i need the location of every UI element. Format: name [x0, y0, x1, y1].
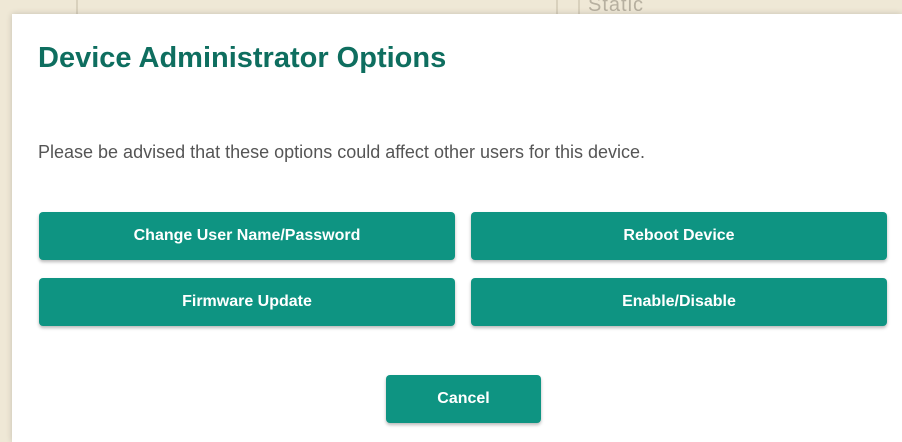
reboot-device-button[interactable]: Reboot Device	[471, 212, 887, 260]
dialog-title: Device Administrator Options	[38, 42, 447, 74]
background-divider	[556, 0, 558, 14]
firmware-update-button[interactable]: Firmware Update	[39, 278, 455, 326]
background-divider	[76, 0, 78, 14]
enable-disable-button[interactable]: Enable/Disable	[471, 278, 887, 326]
background-divider	[578, 0, 580, 14]
device-admin-dialog: Device Administrator Options Please be a…	[12, 14, 902, 442]
cancel-button[interactable]: Cancel	[386, 375, 541, 423]
change-user-name-password-button[interactable]: Change User Name/Password	[39, 212, 455, 260]
dialog-message: Please be advised that these options cou…	[38, 142, 646, 162]
